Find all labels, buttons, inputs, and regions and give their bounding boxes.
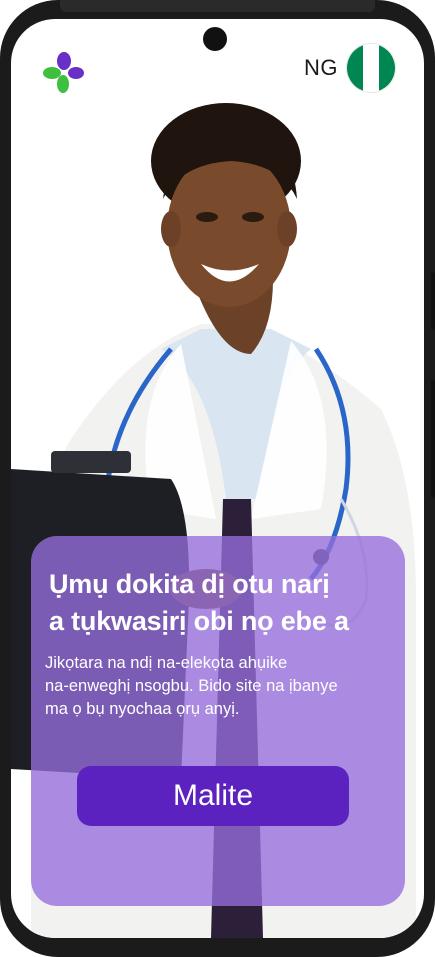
phone-frame: NG Ụmụ dokita dị otu narị a tụkwasịrị ob… bbox=[0, 0, 435, 957]
plus-cross-logo-icon[interactable] bbox=[41, 51, 85, 95]
country-code: NG bbox=[304, 55, 338, 80]
volume-button bbox=[431, 272, 435, 330]
subtext-line-1: Jikọtara na ndị na-elekọta ahụike bbox=[45, 654, 288, 672]
power-button bbox=[431, 380, 435, 498]
headline-line-1: Ụmụ dokita dị otu narị bbox=[49, 569, 330, 599]
subtext-line-2: na-enweghị nsogbu. Bido site na ịbanye bbox=[45, 677, 338, 695]
nigeria-flag-icon bbox=[346, 43, 396, 93]
welcome-card: Ụmụ dokita dị otu narị a tụkwasịrị obi n… bbox=[31, 536, 405, 906]
screen: NG Ụmụ dokita dị otu narị a tụkwasịrị ob… bbox=[11, 19, 424, 938]
country-selector[interactable]: NG bbox=[304, 43, 396, 93]
phone-top-bar bbox=[60, 0, 375, 12]
headline-line-2: a tụkwasịrị obi nọ ebe a bbox=[49, 606, 349, 636]
subtext: Jikọtara na ndị na-elekọta ahụike na-enw… bbox=[45, 652, 387, 721]
subtext-line-3: ma ọ bụ nyochaa ọrụ anyị. bbox=[45, 700, 240, 718]
front-camera bbox=[203, 27, 227, 51]
get-started-button[interactable]: Malite bbox=[77, 766, 349, 826]
headline: Ụmụ dokita dị otu narị a tụkwasịrị obi n… bbox=[49, 566, 387, 640]
